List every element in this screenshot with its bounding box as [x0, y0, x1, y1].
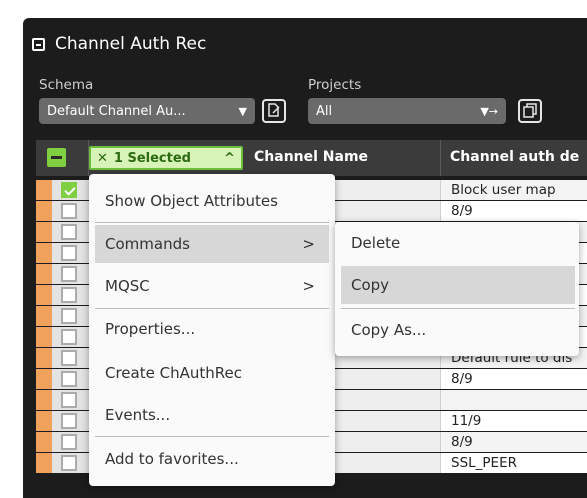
menu-item-commands[interactable]: Commands >: [95, 225, 329, 263]
row-status-marker: [36, 243, 52, 263]
menu-divider: [341, 308, 575, 309]
menu-divider: [95, 436, 329, 437]
row-status-marker: [36, 306, 52, 326]
checkbox-cell: [52, 411, 90, 431]
menu-item-label: Show Object Attributes: [105, 192, 278, 210]
select-all-checkbox[interactable]: [47, 148, 66, 167]
menu-item-show-object-attributes[interactable]: Show Object Attributes: [95, 182, 329, 220]
schema-select-value: Default Channel Au...: [47, 103, 186, 119]
selection-badge[interactable]: ✕ 1 Selected ^: [89, 146, 243, 170]
row-checkbox[interactable]: [61, 371, 77, 387]
checkbox-cell: [52, 264, 90, 284]
menu-item-mqsc[interactable]: MQSC >: [95, 267, 329, 305]
row-status-marker: [36, 285, 52, 305]
submenu-item-copy[interactable]: Copy: [341, 266, 575, 304]
menu-item-label: Create ChAuthRec: [105, 364, 242, 382]
schema-label: Schema: [39, 77, 94, 93]
row-checkbox[interactable]: [61, 392, 77, 408]
caret-down-icon: ▼→: [480, 104, 498, 118]
checkbox-cell: [52, 327, 90, 347]
schema-select[interactable]: Default Channel Au... ▼: [39, 98, 255, 124]
row-checkbox[interactable]: [61, 329, 77, 345]
row-status-marker: [36, 432, 52, 452]
selection-count: 1 Selected: [113, 150, 191, 166]
cell-channel-auth-desc: SSL_PEER: [440, 453, 587, 473]
row-status-marker: [36, 348, 52, 368]
commands-submenu: Delete Copy Copy As...: [335, 222, 579, 356]
checkbox-cell: [52, 285, 90, 305]
projects-select[interactable]: All ▼→: [308, 98, 506, 124]
menu-item-label: Properties...: [105, 320, 196, 338]
menu-item-add-to-favorites[interactable]: Add to favorites...: [95, 440, 329, 478]
cell-channel-auth-desc: Block user map: [440, 180, 587, 200]
checkbox-cell: [52, 201, 90, 221]
row-status-marker: [36, 327, 52, 347]
menu-item-label: Copy As...: [351, 321, 427, 339]
column-header-channel-name[interactable]: Channel Name: [254, 149, 368, 165]
checkbox-cell: [52, 348, 90, 368]
row-checkbox[interactable]: [61, 434, 77, 450]
submenu-item-delete[interactable]: Delete: [341, 224, 575, 262]
menu-item-label: Copy: [351, 276, 390, 294]
submenu-item-copy-as[interactable]: Copy As...: [341, 311, 575, 349]
context-menu: Show Object Attributes Commands > MQSC >…: [89, 174, 335, 486]
arrow-right-icon: →: [488, 104, 498, 118]
projects-copy-icon[interactable]: [518, 99, 542, 123]
row-checkbox[interactable]: [61, 287, 77, 303]
checkbox-cell: [52, 432, 90, 452]
checkbox-cell: [52, 243, 90, 263]
checkbox-cell: [52, 369, 90, 389]
row-checkbox[interactable]: [61, 182, 77, 198]
menu-divider: [95, 308, 329, 309]
cell-channel-auth-desc: 8/9: [440, 369, 587, 389]
row-status-marker: [36, 222, 52, 242]
checkbox-cell: [52, 390, 90, 410]
menu-item-label: Commands: [105, 235, 190, 253]
row-status-marker: [36, 201, 52, 221]
row-checkbox[interactable]: [61, 413, 77, 429]
row-checkbox[interactable]: [61, 266, 77, 282]
checkbox-cell: [52, 180, 90, 200]
clear-selection-icon[interactable]: ✕: [97, 151, 108, 166]
row-status-marker: [36, 180, 52, 200]
menu-item-properties[interactable]: Properties...: [95, 310, 329, 348]
row-status-marker: [36, 369, 52, 389]
checkbox-cell: [52, 306, 90, 326]
panel-title: Channel Auth Rec: [55, 34, 207, 54]
panel-header: Channel Auth Rec: [32, 34, 206, 54]
menu-item-create-chauthrec[interactable]: Create ChAuthRec: [95, 354, 329, 392]
menu-item-label: Delete: [351, 234, 401, 252]
schema-edit-icon[interactable]: [262, 99, 286, 123]
checkbox-cell: [52, 222, 90, 242]
chevron-right-icon: >: [302, 235, 315, 253]
cell-channel-auth-desc: 8/9: [440, 432, 587, 452]
caret-down-icon: ▼: [238, 104, 247, 118]
row-checkbox[interactable]: [61, 455, 77, 471]
menu-item-events[interactable]: Events...: [95, 396, 329, 434]
collapse-icon[interactable]: [32, 37, 45, 51]
chevron-up-icon: ^: [224, 150, 235, 166]
checkbox-cell: [52, 453, 90, 473]
cell-channel-auth-desc: [440, 390, 587, 410]
projects-label: Projects: [308, 77, 362, 93]
row-checkbox[interactable]: [61, 308, 77, 324]
row-status-marker: [36, 390, 52, 410]
menu-item-label: Add to favorites...: [105, 450, 239, 468]
menu-item-label: MQSC: [105, 277, 150, 295]
row-checkbox[interactable]: [61, 350, 77, 366]
cell-channel-auth-desc: 11/9: [440, 411, 587, 431]
menu-item-label: Events...: [105, 406, 171, 424]
column-divider: [440, 140, 441, 176]
row-status-marker: [36, 264, 52, 284]
row-checkbox[interactable]: [61, 224, 77, 240]
row-status-marker: [36, 411, 52, 431]
column-header-channel-auth-desc[interactable]: Channel auth de: [450, 149, 579, 165]
row-checkbox[interactable]: [61, 203, 77, 219]
row-checkbox[interactable]: [61, 245, 77, 261]
chevron-right-icon: >: [302, 277, 315, 295]
projects-select-value: All: [316, 103, 333, 119]
row-status-marker: [36, 453, 52, 473]
cell-channel-auth-desc: 8/9: [440, 201, 587, 221]
menu-divider: [95, 222, 329, 223]
